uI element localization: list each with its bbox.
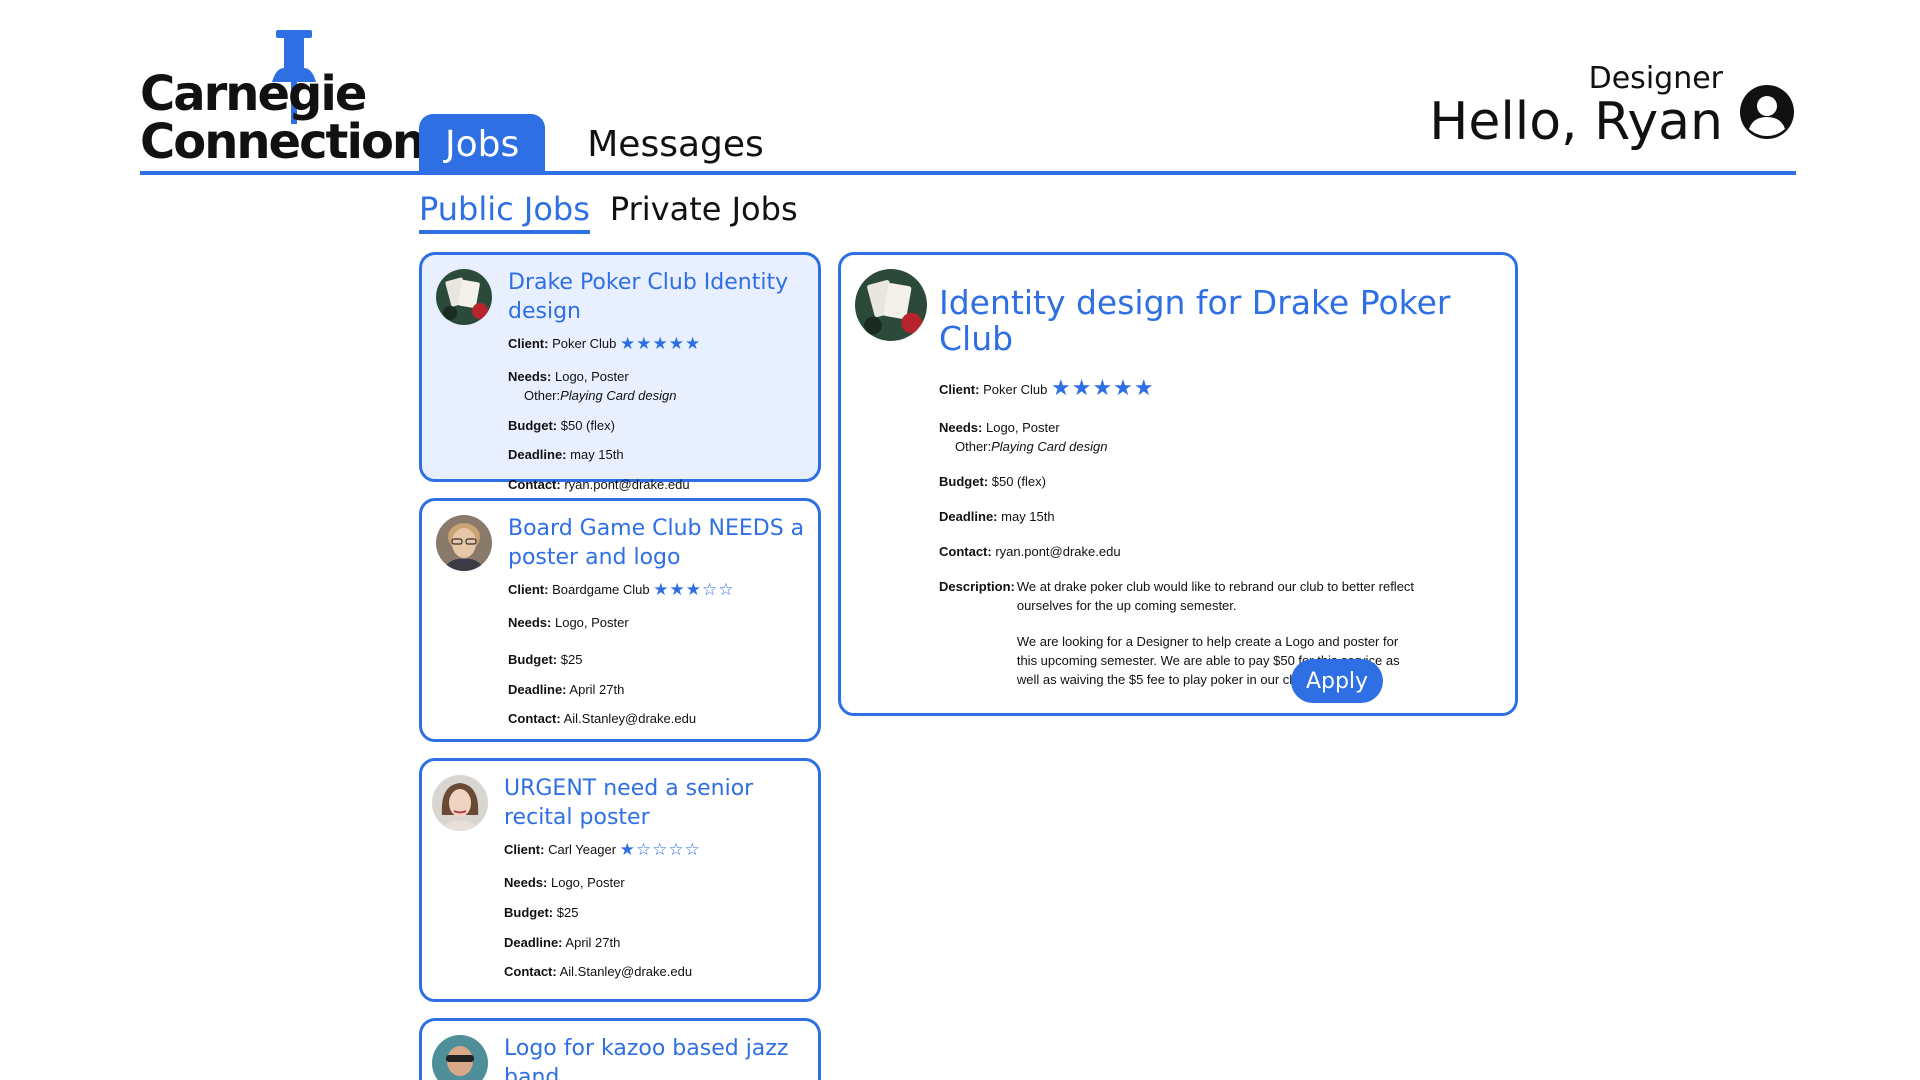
client-label: Client: bbox=[939, 381, 980, 397]
contact-label: Contact: bbox=[939, 543, 992, 559]
job-type-tabs: Public Jobs Private Jobs bbox=[419, 190, 798, 234]
budget-value: $25 bbox=[556, 904, 579, 920]
job-title: Logo for kazoo based jazz band bbox=[504, 1036, 789, 1080]
job-title: Board Game Club NEEDS a poster and logo bbox=[508, 516, 805, 570]
budget-label: Budget: bbox=[504, 904, 554, 920]
other-label: Other: bbox=[955, 439, 992, 455]
user-greeting: Hello, Ryan bbox=[1429, 92, 1723, 152]
needs-label: Needs: bbox=[939, 420, 983, 436]
client-avatar bbox=[855, 269, 927, 341]
budget-value: $50 (flex) bbox=[991, 474, 1046, 490]
needs-label: Needs: bbox=[508, 614, 552, 630]
logo-text-carnegie: Carnegie bbox=[140, 66, 367, 122]
deadline-value: April 27th bbox=[565, 934, 621, 950]
user-role: Designer bbox=[1588, 61, 1723, 96]
needs-value: Logo, Poster bbox=[985, 420, 1060, 436]
deadline-label: Deadline: bbox=[508, 681, 567, 697]
contact-value: Ail.Stanley@drake.edu bbox=[563, 711, 697, 727]
client-name: Carl Yeager bbox=[548, 842, 617, 858]
description: Description: We at drake poker club woul… bbox=[939, 578, 1485, 708]
logo-text-connections: Connections bbox=[140, 114, 453, 170]
job-card[interactable]: Board Game Club NEEDS a poster and logo … bbox=[419, 498, 821, 742]
contact-label: Contact: bbox=[508, 711, 561, 727]
deadline-label: Deadline: bbox=[939, 509, 998, 525]
user-account-icon[interactable] bbox=[1739, 84, 1795, 140]
needs-value: Logo, Poster bbox=[550, 874, 625, 890]
client-avatar bbox=[432, 775, 488, 831]
budget-value: $25 bbox=[560, 651, 583, 667]
tab-private-jobs[interactable]: Private Jobs bbox=[610, 190, 798, 234]
contact-value: ryan.pont@drake.edu bbox=[995, 543, 1121, 559]
budget-value: $50 (flex) bbox=[560, 417, 615, 433]
detail-title: Identity design for Drake Poker Club bbox=[939, 283, 1451, 359]
rating-stars: ★★★★★ bbox=[620, 334, 702, 354]
description-label: Description: bbox=[939, 578, 1015, 594]
job-card[interactable]: Drake Poker Club Identity design Client:… bbox=[419, 252, 821, 492]
client-avatar bbox=[436, 515, 492, 571]
deadline-value: may 15th bbox=[1001, 509, 1055, 525]
client-name: Boardgame Club bbox=[552, 582, 650, 598]
other-value: Playing Card design bbox=[560, 387, 677, 403]
budget-label: Budget: bbox=[939, 474, 989, 490]
header-divider bbox=[140, 171, 1796, 175]
contact-value: Ail.Stanley@drake.edu bbox=[559, 964, 693, 980]
budget-label: Budget: bbox=[508, 417, 558, 433]
deadline-label: Deadline: bbox=[504, 934, 563, 950]
tab-messages[interactable]: Messages bbox=[561, 114, 790, 174]
contact-label: Contact: bbox=[504, 964, 557, 980]
app-logo[interactable]: Carnegie Connections bbox=[140, 28, 453, 168]
other-label: Other: bbox=[524, 387, 561, 403]
client-avatar bbox=[432, 1035, 488, 1080]
client-label: Client: bbox=[508, 336, 549, 352]
client-name: Poker Club bbox=[983, 381, 1048, 397]
contact-value: ryan.pont@drake.edu bbox=[564, 477, 690, 493]
needs-label: Needs: bbox=[504, 874, 548, 890]
rating-stars: ★☆☆☆☆ bbox=[619, 840, 701, 860]
budget-label: Budget: bbox=[508, 651, 558, 667]
needs-value: Logo, Poster bbox=[554, 368, 629, 384]
description-paragraph: We at drake poker club would like to reb… bbox=[1016, 578, 1415, 613]
apply-button[interactable]: Apply bbox=[1291, 659, 1383, 703]
contact-label: Contact: bbox=[508, 477, 561, 493]
job-card[interactable]: Logo for kazoo based jazz band bbox=[419, 1018, 821, 1080]
client-avatar bbox=[436, 269, 492, 325]
deadline-value: may 15th bbox=[570, 447, 624, 463]
client-name: Poker Club bbox=[552, 336, 617, 352]
job-detail-panel: Identity design for Drake Poker Club Cli… bbox=[838, 252, 1518, 716]
rating-stars: ★★★★★ bbox=[1051, 374, 1155, 400]
client-label: Client: bbox=[508, 582, 549, 598]
needs-label: Needs: bbox=[508, 368, 552, 384]
deadline-label: Deadline: bbox=[508, 447, 567, 463]
job-card[interactable]: URGENT need a senior recital poster Clie… bbox=[419, 758, 821, 1002]
job-title: Drake Poker Club Identity design bbox=[508, 270, 789, 324]
main-nav: Jobs Messages bbox=[419, 114, 790, 174]
tab-public-jobs[interactable]: Public Jobs bbox=[419, 190, 590, 234]
needs-value: Logo, Poster bbox=[554, 614, 629, 630]
user-area: Designer Hello, Ryan bbox=[1429, 62, 1795, 150]
tab-jobs[interactable]: Jobs bbox=[419, 114, 546, 174]
job-title: URGENT need a senior recital poster bbox=[504, 776, 754, 830]
rating-stars: ★★★☆☆ bbox=[653, 580, 735, 600]
other-value: Playing Card design bbox=[991, 439, 1108, 455]
deadline-value: April 27th bbox=[569, 681, 625, 697]
client-label: Client: bbox=[504, 842, 545, 858]
